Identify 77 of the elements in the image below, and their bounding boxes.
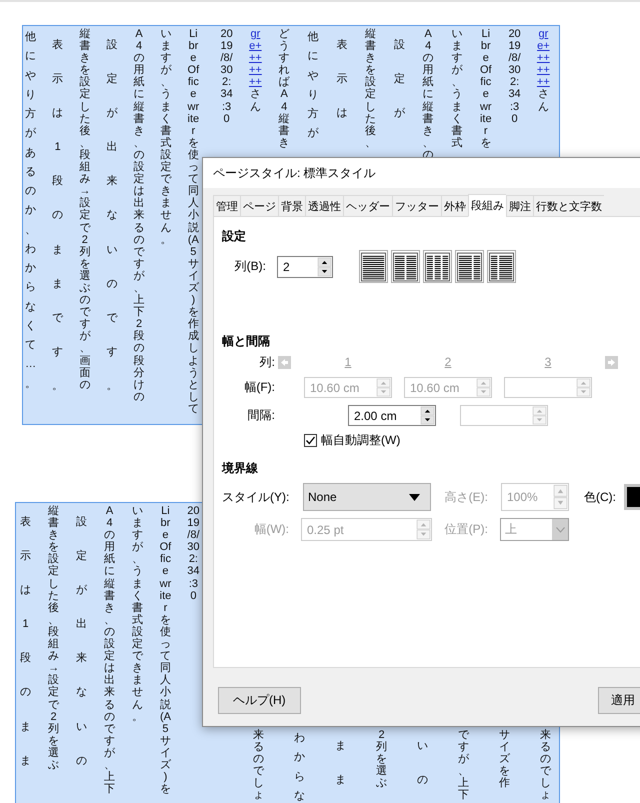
tab[interactable]: ヘッダー (343, 195, 392, 216)
vertical-text-line: 縦書きを設定した後、段組み→設定で2列を選ぶのですが、画面の (78, 28, 92, 391)
vertical-text-line: わからな (293, 731, 306, 803)
field-label: 幅(W): (253, 521, 289, 538)
user-link[interactable]: gre+++++++ (248, 28, 262, 88)
tab[interactable]: 背景 (278, 195, 305, 216)
column-layout-button[interactable] (423, 250, 452, 283)
column-layout-icon (489, 252, 514, 282)
vertical-text-line: LibreOffice writerを (479, 28, 492, 149)
vertical-text-line: 設定が出来ないのです。 (105, 38, 119, 394)
honorific-text: さん (536, 88, 550, 113)
column-layout-icon (457, 252, 482, 282)
column-number: 1 (344, 355, 352, 369)
tab[interactable]: 段組み (468, 194, 506, 217)
vertical-text-line: 表示は1段のままです。 (51, 38, 64, 394)
vertical-text-line: 来るのでしょ (252, 729, 266, 802)
section-heading: 幅と間隔 (222, 333, 270, 349)
dialog-title: ページスタイル: 標準スタイル (213, 164, 376, 182)
field-label: 幅(F): (243, 379, 275, 396)
style-dropdown[interactable]: None (303, 483, 431, 511)
checkbox-label: 幅自動調整(W) (321, 432, 400, 448)
section-heading: 境界線 (222, 460, 258, 476)
field-label: 間隔: (246, 407, 275, 424)
field-label: 色(C): (584, 488, 616, 506)
vertical-text-line: A4の用紙に縦書き、の設定は出来るのですが、上下2段の段分けの (132, 28, 146, 403)
section-heading: 設定 (222, 228, 247, 244)
tab[interactable]: ページ (240, 195, 278, 216)
column-layout-button[interactable] (391, 250, 420, 283)
vertical-text-line: 設定が (392, 38, 406, 122)
column-layout-icon (393, 252, 418, 282)
column-number: 2 (444, 355, 452, 369)
vertical-text-line: 縦書きを設定した後、段組み→設定で2列を選ぶ (47, 505, 60, 772)
vertical-text-line: いますが、うまく書式設定できません。 (160, 28, 173, 246)
vertical-text-line: 他にやり方があるのか、わからなくて…。 (24, 30, 38, 392)
column-layout-icon (425, 252, 450, 282)
caret-icon (556, 526, 564, 532)
vertical-text-line: 来るのでしょ (538, 729, 552, 802)
vertical-text-line: まま (334, 739, 348, 788)
honorific-text: さん (248, 88, 262, 113)
column-layout-button[interactable] (455, 250, 484, 283)
tab[interactable]: 外枠 (441, 195, 468, 216)
field-label: 高さ(E): (444, 488, 488, 506)
tab[interactable]: 脚注 (506, 195, 533, 216)
vertical-text-line: 他にやり方が (306, 30, 320, 142)
vertical-text-line: 2列を選ぶ (375, 729, 388, 790)
column-number: 3 (544, 355, 552, 369)
field-label: スタイル(Y): (222, 488, 289, 506)
column-layout-icon (361, 252, 386, 282)
column-layout-button[interactable] (359, 250, 388, 283)
vertical-text-line: 2019/8/302:34:30 (508, 28, 522, 125)
tab[interactable]: フッター (392, 195, 441, 216)
vertical-text-line: いの (416, 739, 429, 788)
vertical-text-line: 2019/8/302:34:30 (220, 28, 234, 125)
column-layout-button[interactable] (487, 250, 516, 283)
field-label: 列: (258, 354, 275, 370)
tab[interactable]: 透過性 (305, 195, 343, 216)
field-label: 位置(P): (444, 521, 488, 538)
vertical-text-line: 2019/8/302:34:30 (186, 505, 200, 602)
dialog-button[interactable]: ヘルプ(H) (218, 687, 301, 714)
vertical-text-line: LibreOffice writerを使って同人小説(A5サイズ)を (158, 505, 172, 796)
field-label: 列(B): (234, 258, 266, 275)
vertical-text-line: 表示は1段のまま (19, 515, 32, 769)
user-link[interactable]: gre+++++++ (536, 28, 550, 88)
vertical-text-line: いますが、うまく書式 (450, 28, 464, 149)
vertical-text-line: サイズを作 (498, 729, 511, 790)
vertical-text-line: いますが、うまく書式設定できません。 (130, 505, 144, 723)
vertical-text-line: A4の用紙に縦書き、の設定は出来るのですが、上下 (103, 505, 116, 796)
vertical-text-line: 縦書きを設定した後、 (364, 28, 378, 149)
vertical-text-line: LibreOffice writerを使って同人小説(A5サイズ)を作成しようとして (186, 28, 200, 415)
checkbox[interactable] (304, 434, 317, 446)
vertical-text-line: ですが、上下 (456, 729, 470, 802)
vertical-text-line: どうすればA4縦書き (278, 28, 291, 149)
vertical-text-line: 表示は (335, 38, 348, 122)
tab[interactable]: 管理 (213, 195, 240, 216)
dialog-button[interactable]: 適用 (598, 687, 640, 714)
tab[interactable]: 行数と文字数 (533, 195, 604, 216)
vertical-text-line: 設定が出来ないの (75, 515, 88, 769)
